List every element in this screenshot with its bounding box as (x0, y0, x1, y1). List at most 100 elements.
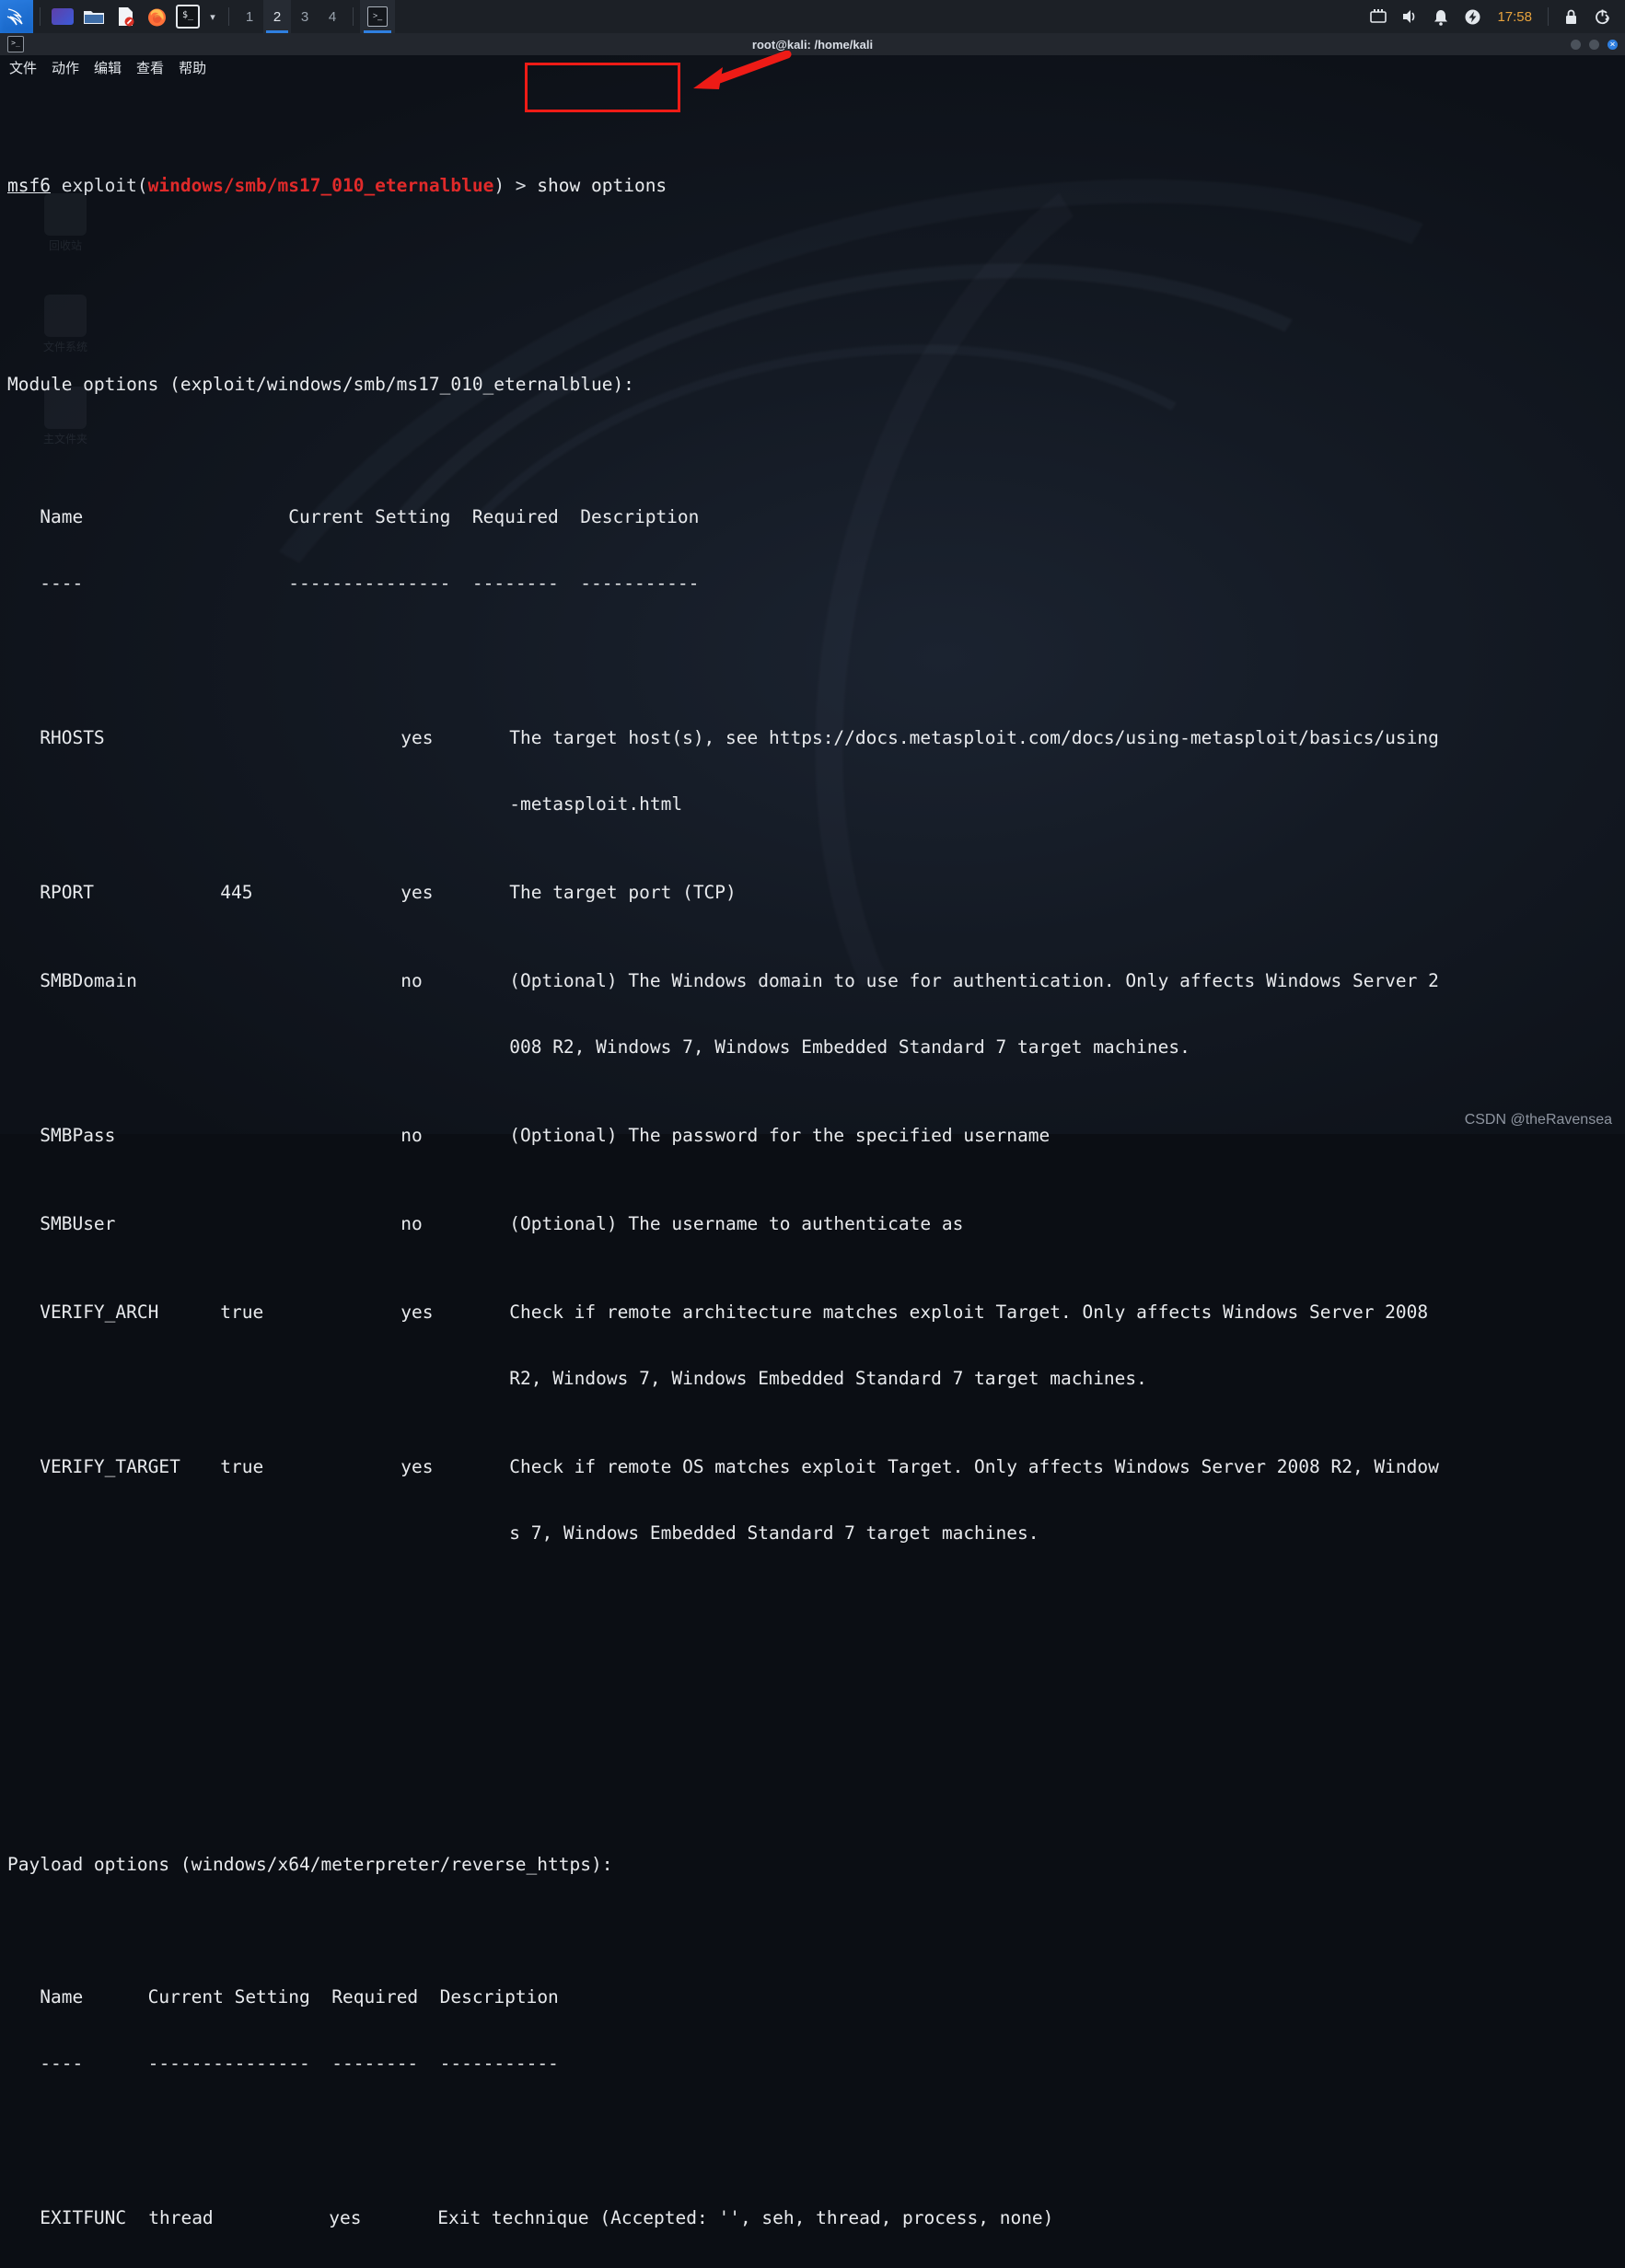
option-description: (Optional) The username to authenticate … (509, 1213, 963, 1234)
volume-icon[interactable] (1394, 0, 1425, 33)
prompt-exploit-open: exploit( (51, 175, 148, 196)
option-description: (Optional) The Windows domain to use for… (509, 970, 1439, 991)
option-name: VERIFY_TARGET (40, 1456, 220, 1478)
col-current-setting: Current Setting (148, 1986, 310, 2008)
option-name: VERIFY_ARCH (40, 1302, 220, 1324)
module-options-header: Module options (exploit/windows/smb/ms17… (7, 374, 1625, 396)
option-description-cont: s 7, Windows Embedded Standard 7 target … (509, 1522, 1039, 1544)
terminal-emulator-launcher[interactable] (47, 0, 78, 33)
rule-current: --------------- (148, 2053, 310, 2074)
watermark: CSDN @theRavensea (1465, 1112, 1612, 1128)
notification-bell-icon[interactable] (1425, 0, 1457, 33)
workspace-button-1[interactable]: 1 (236, 0, 263, 33)
option-description-cont: 008 R2, Windows 7, Windows Embedded Stan… (509, 1036, 1190, 1058)
table-row: SMBUserno(Optional) The username to auth… (7, 1213, 1625, 1235)
workspace-button-4[interactable]: 4 (319, 0, 346, 33)
module-options-column-headers: Name Current Setting Required Descriptio… (7, 506, 1625, 528)
rule-name: ---- (40, 573, 83, 594)
payload-options-header: Payload options (windows/x64/meterpreter… (7, 1854, 1625, 1876)
document-icon (115, 6, 135, 27)
folder-icon (83, 7, 105, 26)
option-name: SMBPass (40, 1125, 220, 1147)
option-description: Exit technique (Accepted: '', seh, threa… (437, 2207, 1053, 2228)
menu-edit[interactable]: 编辑 (94, 58, 122, 77)
firefox-launcher[interactable] (141, 0, 172, 33)
rule-current: --------------- (288, 573, 450, 594)
menu-view[interactable]: 查看 (136, 58, 164, 77)
taskbar-item-terminal[interactable]: >_ (360, 0, 395, 33)
option-current: true (220, 1302, 400, 1324)
menu-file[interactable]: 文件 (9, 58, 37, 77)
prompt-close: ) > (493, 175, 537, 196)
workspace-label: 4 (329, 9, 336, 25)
logout-icon[interactable] (1586, 0, 1618, 33)
col-description: Description (580, 506, 699, 527)
option-required: yes (329, 2207, 437, 2229)
clock[interactable]: 17:58 (1488, 9, 1541, 25)
option-description: Check if remote OS matches exploit Targe… (509, 1456, 1439, 1477)
option-current: true (220, 1456, 400, 1478)
option-name: EXITFUNC (40, 2207, 148, 2229)
col-name: Name (40, 1986, 83, 2008)
col-current-setting: Current Setting (288, 506, 450, 527)
option-required: yes (400, 882, 509, 904)
prompt-user: msf6 (7, 175, 51, 196)
payload-options-column-rules: ---- --------------- -------- ----------… (7, 2053, 1625, 2075)
menu-help[interactable]: 帮助 (179, 58, 206, 77)
table-row: SMBDomainno(Optional) The Windows domain… (7, 970, 1625, 992)
option-name: RPORT (40, 882, 220, 904)
option-required: no (400, 1125, 509, 1147)
col-required: Required (331, 1986, 418, 2008)
power-icon[interactable] (1457, 0, 1488, 33)
col-name: Name (40, 506, 83, 527)
option-description: (Optional) The password for the specifie… (509, 1125, 1050, 1146)
option-required: no (400, 970, 509, 992)
window-title: root@kali: /home/kali (0, 38, 1625, 52)
terminal-dropdown-launcher[interactable]: $_ (172, 0, 203, 33)
menu-actions[interactable]: 动作 (52, 58, 79, 77)
terminal-icon: >_ (367, 6, 388, 27)
table-row-continuation: R2, Windows 7, Windows Embedded Standard… (7, 1368, 1625, 1390)
option-description: The target host(s), see https://docs.met… (509, 727, 1439, 748)
rule-required: -------- (472, 573, 559, 594)
workspace-button-3[interactable]: 3 (291, 0, 319, 33)
lock-icon[interactable] (1555, 0, 1586, 33)
chevron-down-icon[interactable]: ▾ (203, 0, 222, 33)
kali-dragon-icon (6, 6, 28, 28)
module-options-column-rules: ---- --------------- -------- ----------… (7, 573, 1625, 595)
prompt-module-name: windows/smb/ms17_010_eternalblue (148, 175, 494, 196)
network-icon[interactable] (1363, 0, 1394, 33)
top-panel: $_ ▾ 1 2 3 4 >_ 17:58 (0, 0, 1625, 33)
table-row: SMBPass no(Optional) The password for the… (7, 1125, 1625, 1147)
window-titlebar[interactable]: >_ root@kali: /home/kali (0, 33, 1625, 55)
option-required: yes (400, 727, 509, 749)
window-menubar: 文件 动作 编辑 查看 帮助 (0, 55, 1625, 79)
rule-description: ----------- (580, 573, 699, 594)
terminal-window: >_ root@kali: /home/kali 文件 动作 编辑 查看 帮助 … (0, 33, 1625, 1134)
rule-name: ---- (40, 2053, 83, 2074)
table-row: RPORT445yesThe target port (TCP) (7, 882, 1625, 904)
close-button[interactable] (1608, 40, 1618, 50)
workspace-label: 3 (301, 9, 308, 25)
option-required: yes (400, 1302, 509, 1324)
option-name: SMBUser (40, 1213, 220, 1235)
table-row-continuation: s 7, Windows Embedded Standard 7 target … (7, 1522, 1625, 1545)
option-required: yes (400, 1456, 509, 1478)
kali-menu-button[interactable] (0, 0, 33, 33)
table-row: EXITFUNCthreadyesExit technique (Accepte… (7, 2207, 1625, 2229)
option-description-cont: R2, Windows 7, Windows Embedded Standard… (509, 1368, 1147, 1389)
table-row-continuation: 008 R2, Windows 7, Windows Embedded Stan… (7, 1036, 1625, 1059)
firefox-icon (146, 6, 168, 28)
option-name: RHOSTS (40, 727, 220, 749)
annotation-arrow (679, 51, 794, 97)
table-row: VERIFY_TARGETtrueyesCheck if remote OS m… (7, 1456, 1625, 1478)
option-description: Check if remote architecture matches exp… (509, 1302, 1428, 1323)
col-required: Required (472, 506, 559, 527)
text-editor-launcher[interactable] (110, 0, 141, 33)
workspace-label: 2 (273, 9, 281, 25)
workspace-label: 1 (246, 9, 253, 25)
file-manager-launcher[interactable] (78, 0, 110, 33)
terminal-screen[interactable]: msf6 exploit(windows/smb/ms17_010_eterna… (0, 79, 1625, 2268)
workspace-button-2[interactable]: 2 (263, 0, 291, 33)
option-current: thread (148, 2207, 329, 2229)
